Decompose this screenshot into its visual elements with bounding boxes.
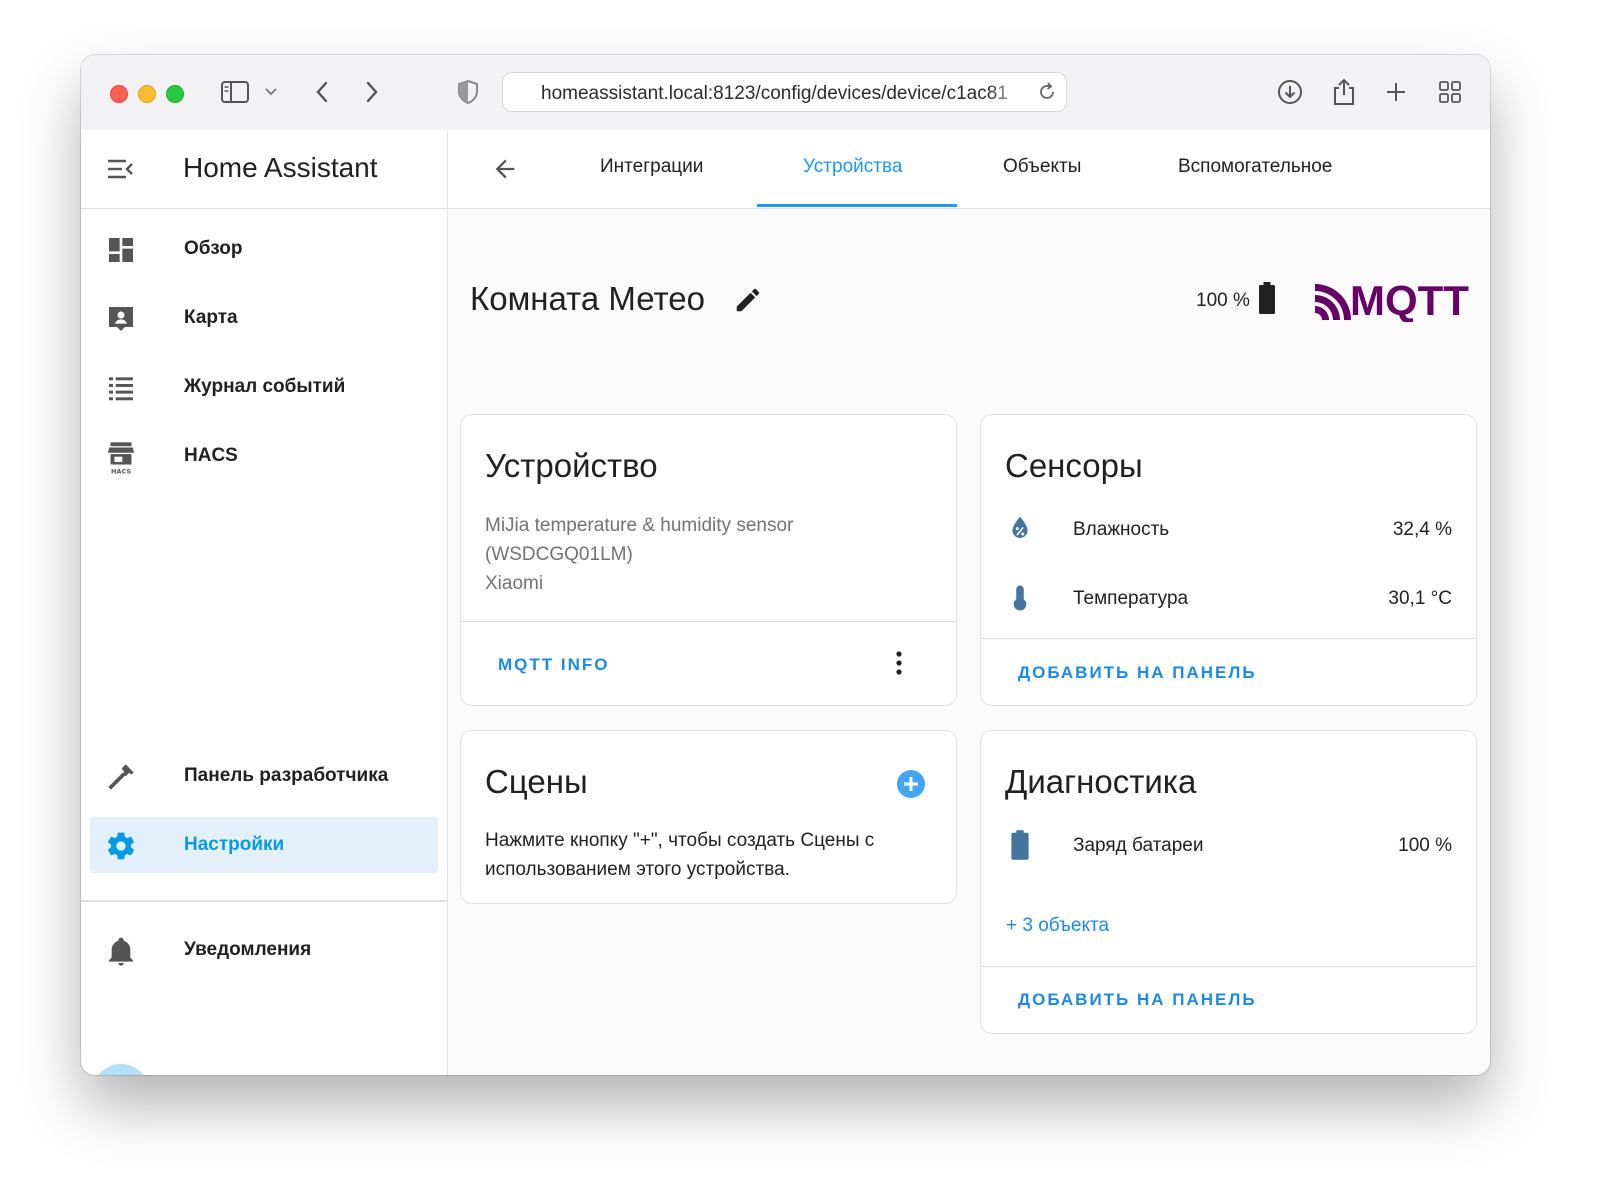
- device-name: Комната Метео: [470, 280, 705, 317]
- new-tab-icon[interactable]: [1381, 75, 1411, 109]
- svg-text:HACS: HACS: [111, 468, 131, 475]
- hacs-icon: HACS: [105, 441, 137, 476]
- tab-devices[interactable]: Устройства: [803, 156, 902, 178]
- sensor-value-humidity: 32,4 %: [1392, 519, 1452, 540]
- reload-icon[interactable]: [1036, 81, 1058, 108]
- sidebar-item-notifications[interactable]: Уведомления: [90, 922, 438, 978]
- device-model-code: (WSDCGQ01LM): [485, 544, 633, 565]
- forward-icon[interactable]: [357, 75, 387, 109]
- sidebar-item-developer-tools[interactable]: Панель разработчика: [90, 748, 438, 804]
- device-info-card: Устройство MiJia temperature & humidity …: [460, 414, 957, 706]
- app-title: Home Assistant: [183, 152, 378, 183]
- back-icon[interactable]: [307, 75, 337, 109]
- scenes-card: Сцены Нажмите кнопку "+", чтобы создать …: [460, 730, 957, 904]
- thermometer-icon: [1005, 583, 1039, 617]
- add-to-dashboard-button[interactable]: ДОБАВИТЬ НА ПАНЕЛЬ: [1018, 990, 1257, 1010]
- edit-pencil-icon[interactable]: [733, 285, 763, 320]
- card-title: Диагностика: [1005, 763, 1197, 800]
- add-scene-icon[interactable]: [895, 768, 927, 805]
- sidebar-item-overview[interactable]: Обзор: [90, 221, 438, 277]
- browser-toolbar: homeassistant.local:8123/config/devices/…: [81, 55, 1490, 131]
- card-title: Устройство: [485, 447, 658, 484]
- active-tab-indicator: [757, 204, 957, 207]
- device-manufacturer: Xiaomi: [485, 573, 544, 594]
- sidebar-item-settings[interactable]: Настройки: [90, 817, 438, 873]
- tab-helpers[interactable]: Вспомогательное: [1178, 156, 1332, 178]
- sidebar-item-hacs[interactable]: HACS HACS: [90, 428, 438, 484]
- sensor-value-temperature: 30,1 °C: [1388, 588, 1452, 609]
- close-window-button[interactable]: [110, 85, 128, 103]
- config-tabs-bar: Интеграции Устройства Объекты Вспомогате…: [448, 130, 1490, 209]
- scenes-hint: Нажмите кнопку "+", чтобы создать Сцены …: [485, 830, 875, 880]
- svg-text:MQTT: MQTT: [1350, 277, 1469, 322]
- hammer-icon: [105, 761, 137, 793]
- sensors-card: Сенсоры Влажность 32,4 % Температура 30,…: [980, 414, 1477, 706]
- sensor-label-temperature[interactable]: Температура: [1073, 588, 1188, 610]
- sidebar-item-map[interactable]: Карта: [90, 290, 438, 346]
- sidebar-header: Home Assistant: [81, 130, 447, 209]
- shield-icon[interactable]: [453, 75, 483, 109]
- show-more-entities-link[interactable]: + 3 объекта: [1006, 915, 1109, 937]
- water-percent-icon: [1005, 513, 1039, 547]
- sidebar-item-logbook[interactable]: Журнал событий: [90, 359, 438, 415]
- gear-icon: [105, 830, 137, 862]
- browser-window: homeassistant.local:8123/config/devices/…: [81, 55, 1490, 1075]
- tab-overview-icon[interactable]: [1435, 75, 1465, 109]
- battery-icon: [1257, 281, 1277, 320]
- avatar[interactable]: a: [92, 1064, 150, 1075]
- main-content: Интеграции Устройства Объекты Вспомогате…: [448, 130, 1490, 1075]
- tab-entities[interactable]: Объекты: [1003, 156, 1081, 178]
- minimize-window-button[interactable]: [138, 85, 156, 103]
- mqtt-logo: MQTT: [1312, 276, 1472, 327]
- diagnostic-value-battery: 100 %: [1398, 835, 1452, 856]
- dashboard-icon: [105, 234, 137, 266]
- chevron-down-icon[interactable]: [261, 75, 281, 109]
- back-arrow-icon[interactable]: [490, 155, 520, 188]
- mqtt-info-button[interactable]: MQTT INFO: [498, 655, 609, 675]
- bell-icon: [105, 935, 137, 967]
- card-title: Сцены: [485, 763, 588, 800]
- menu-collapse-icon[interactable]: [105, 155, 135, 188]
- address-bar[interactable]: homeassistant.local:8123/config/devices/…: [502, 72, 1067, 112]
- card-title: Сенсоры: [1005, 447, 1143, 484]
- device-model: MiJia temperature & humidity sensor: [485, 515, 794, 536]
- add-to-dashboard-button[interactable]: ДОБАВИТЬ НА ПАНЕЛЬ: [1018, 663, 1257, 683]
- download-icon[interactable]: [1275, 75, 1305, 109]
- logbook-icon: [105, 372, 137, 404]
- battery-level: 100 %: [1196, 290, 1250, 311]
- sidebar: Home Assistant Обзор Карта Журнал событи…: [81, 130, 448, 1075]
- battery-icon: [1005, 829, 1039, 863]
- map-icon: [105, 303, 137, 335]
- more-vert-icon[interactable]: [886, 649, 912, 684]
- tab-integrations[interactable]: Интеграции: [600, 156, 703, 178]
- zoom-window-button[interactable]: [166, 85, 184, 103]
- diagnostic-label-battery[interactable]: Заряд батареи: [1073, 835, 1203, 857]
- diagnostics-card: Диагностика Заряд батареи 100 % + 3 объе…: [980, 730, 1477, 1034]
- share-icon[interactable]: [1329, 75, 1359, 109]
- sensor-label-humidity[interactable]: Влажность: [1073, 519, 1169, 541]
- sidebar-toggle-icon[interactable]: [217, 75, 253, 109]
- url-text[interactable]: homeassistant.local:8123/config/devices/…: [541, 83, 1026, 105]
